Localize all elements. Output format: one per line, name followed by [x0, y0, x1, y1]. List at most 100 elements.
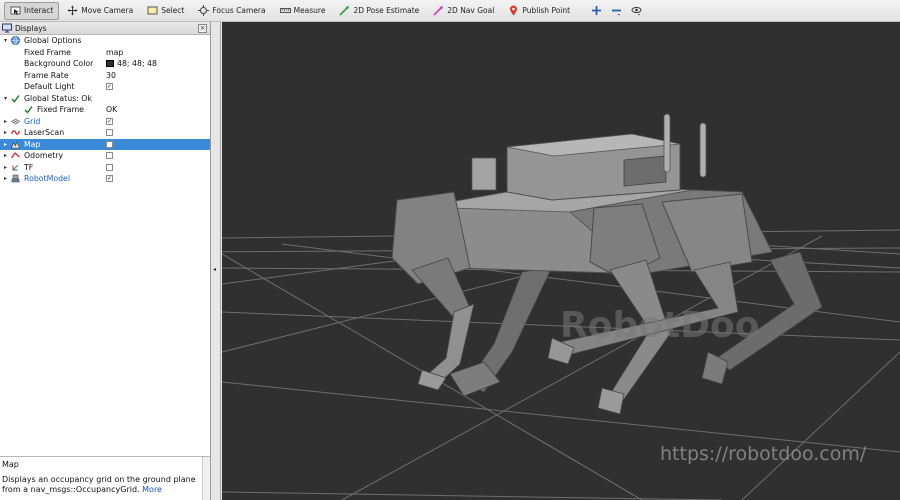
odometry-checkbox[interactable] [106, 152, 113, 160]
odometry-icon [11, 151, 20, 160]
tree-row-odometry[interactable]: ▸ Odometry [0, 150, 210, 162]
description-box: Map Displays an occupancy grid on the gr… [0, 456, 210, 500]
tree-label: Fixed Frame [37, 105, 84, 115]
tree-label: Grid [24, 116, 41, 126]
tool-properties-button[interactable] [628, 3, 644, 19]
default-light-checkbox[interactable]: ✓ [106, 83, 113, 91]
interact-tool-button[interactable]: Interact [4, 1, 60, 20]
eye-icon [631, 7, 642, 16]
expand-arrow-icon[interactable]: ▸ [2, 118, 9, 125]
displays-panel: Displays × ▾ Global Options Fixed Frame … [0, 22, 211, 500]
tree-row-global-status[interactable]: ▾ Global Status: Ok [0, 93, 210, 105]
map-checkbox[interactable] [106, 140, 113, 148]
tree-row-fixed-frame[interactable]: Fixed Frame map [0, 47, 210, 59]
displays-close-button[interactable]: × [198, 24, 207, 33]
robot-model-enabled[interactable]: ✓ [106, 175, 113, 183]
background-color-text: 48; 48; 48 [117, 59, 157, 69]
tree-row-background-color[interactable]: Background Color 48; 48; 48 [0, 58, 210, 70]
panel-splitter[interactable]: ◂ [211, 22, 221, 500]
odometry-enabled[interactable] [106, 152, 113, 160]
description-text: Displays an occupancy grid on the ground… [2, 475, 208, 495]
status-fixed-frame-value: OK [106, 105, 118, 115]
measure-tool-button[interactable]: Measure [274, 2, 332, 20]
tree-label: LaserScan [24, 128, 65, 138]
check-icon [11, 94, 20, 103]
map-icon [11, 140, 20, 149]
add-tool-button[interactable] [588, 3, 604, 19]
tree-row-default-light[interactable]: Default Light ✓ [0, 81, 210, 93]
color-swatch[interactable] [106, 60, 114, 68]
background-color-value[interactable]: 48; 48; 48 [106, 59, 157, 68]
expand-arrow-icon[interactable]: ▸ [2, 129, 9, 136]
expand-arrow-icon[interactable]: ▾ [2, 37, 9, 44]
toolbar-extra [588, 3, 648, 19]
pose-estimate-label: 2D Pose Estimate [353, 6, 420, 15]
tree-row-frame-rate[interactable]: Frame Rate 30 [0, 70, 210, 82]
tree-row-tf[interactable]: ▸ TF [0, 162, 210, 174]
description-more-link[interactable]: More [142, 485, 162, 494]
nav-goal-tool-button[interactable]: 2D Nav Goal [427, 2, 500, 20]
nav-goal-label: 2D Nav Goal [447, 6, 495, 15]
publish-point-icon [508, 5, 519, 16]
scene-svg [222, 113, 900, 500]
measure-label: Measure [293, 6, 326, 15]
focus-camera-icon [198, 5, 210, 16]
expand-arrow-icon[interactable]: ▸ [2, 141, 9, 148]
pose-estimate-tool-button[interactable]: 2D Pose Estimate [333, 2, 425, 20]
frame-rate-value[interactable]: 30 [106, 71, 116, 80]
remove-tool-button[interactable] [608, 3, 624, 19]
expand-arrow-icon[interactable]: ▸ [2, 164, 9, 171]
move-camera-tool-button[interactable]: Move Camera [61, 2, 139, 20]
robot-model-checkbox[interactable]: ✓ [106, 175, 113, 183]
tf-enabled[interactable] [106, 163, 113, 171]
tree-label: TF [24, 162, 34, 172]
laserscan-enabled[interactable] [106, 129, 113, 137]
tree-label: Odometry [24, 151, 64, 161]
tree-label: Background Color [24, 59, 94, 69]
tree-label: Default Light [24, 82, 75, 92]
laserscan-icon [11, 128, 20, 137]
expand-arrow-icon[interactable]: ▾ [2, 95, 9, 102]
displays-title-label: Displays [15, 23, 47, 33]
tree-label: Frame Rate [24, 70, 69, 80]
focus-camera-tool-button[interactable]: Focus Camera [192, 2, 271, 20]
monitor-icon [2, 23, 12, 33]
collapse-arrow-icon[interactable]: ◂ [213, 266, 219, 274]
description-title: Map [2, 460, 19, 469]
description-scrollbar[interactable] [202, 457, 210, 500]
render-viewport[interactable]: RobotDoo https://robotdoo.com/ [222, 22, 900, 500]
grid-icon [11, 117, 20, 126]
tree-row-robot-model[interactable]: ▸ RobotModel ✓ [0, 173, 210, 185]
tree-label: Map [24, 139, 41, 149]
map-enabled[interactable] [106, 140, 113, 148]
move-camera-label: Move Camera [81, 6, 134, 15]
toolbar: Interact Move Camera Select Focus Camera… [0, 0, 900, 22]
tree-row-global-options[interactable]: ▾ Global Options [0, 35, 210, 47]
tf-checkbox[interactable] [106, 163, 113, 171]
watermark-url: https://robotdoo.com/ [660, 443, 867, 465]
grid-enabled[interactable]: ✓ [106, 117, 113, 125]
publish-point-label: Publish Point [522, 6, 571, 15]
tree-row-laserscan[interactable]: ▸ LaserScan [0, 127, 210, 139]
check-icon [24, 105, 33, 114]
interact-label: Interact [24, 6, 54, 15]
publish-point-tool-button[interactable]: Publish Point [502, 2, 576, 20]
expand-arrow-icon[interactable]: ▸ [2, 152, 9, 159]
robot-model [391, 113, 823, 415]
fixed-frame-value[interactable]: map [106, 48, 123, 57]
description-body: Displays an occupancy grid on the ground… [2, 475, 196, 494]
laserscan-checkbox[interactable] [106, 129, 113, 137]
tree-row-status-fixed-frame[interactable]: Fixed Frame OK [0, 104, 210, 116]
tree-label: RobotModel [24, 174, 71, 184]
interact-icon [10, 5, 21, 16]
grid-checkbox[interactable]: ✓ [106, 117, 113, 125]
watermark-text: RobotDoo [560, 305, 760, 346]
tree-row-grid[interactable]: ▸ Grid ✓ [0, 116, 210, 128]
expand-arrow-icon[interactable]: ▸ [2, 175, 9, 182]
tree-row-map[interactable]: ▸ Map [0, 138, 210, 150]
select-tool-button[interactable]: Select [141, 2, 190, 20]
tree-label: Fixed Frame [24, 47, 71, 57]
displays-tree: ▾ Global Options Fixed Frame map Backgro… [0, 35, 210, 460]
default-light-value[interactable]: ✓ [106, 83, 113, 91]
pose-estimate-icon [339, 5, 350, 16]
